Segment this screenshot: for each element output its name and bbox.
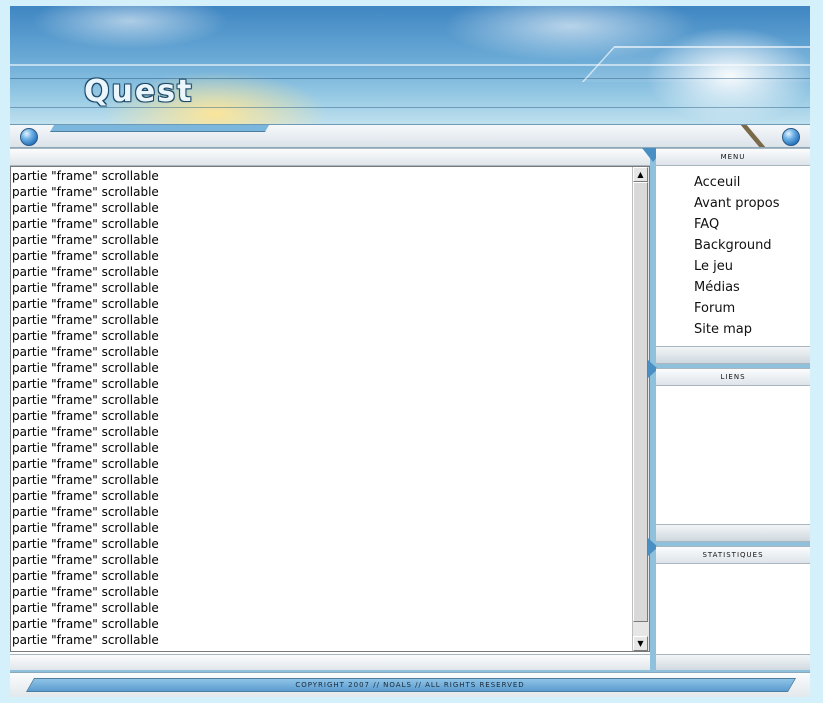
frame-text-line: partie "frame" scrollable — [12, 361, 159, 375]
header-nav-strip — [10, 124, 810, 148]
copyright-text: Copyright 2007 // Noals // All rights re… — [295, 681, 525, 689]
main-content: partie "frame" scrollable partie "frame" … — [10, 148, 650, 672]
menu-panel: Acceuil Avant propos FAQ Background Le jeu Mé… — [656, 166, 810, 346]
stats-heading: Statistiques — [656, 546, 810, 564]
frame-text-line: partie "frame" scrollable — [12, 409, 159, 423]
scroll-down-button[interactable]: ▼ — [633, 636, 648, 651]
header-banner: Quest — [10, 6, 810, 124]
frame-text-line: partie "frame" scrollable — [12, 265, 159, 279]
frame-text-line: partie "frame" scrollable — [12, 601, 159, 615]
nav-slash-decoration — [740, 125, 766, 147]
sidebar: Menu Acceuil Avant propos FAQ Background Le … — [648, 148, 810, 672]
frame-text-line: partie "frame" scrollable — [12, 617, 159, 631]
frame-text-line: partie "frame" scrollable — [12, 521, 159, 535]
frame-text-line: partie "frame" scrollable — [12, 441, 159, 455]
frame-text-line: partie "frame" scrollable — [12, 569, 159, 583]
links-panel-footer — [656, 524, 810, 542]
frame-text-line: partie "frame" scrollable — [12, 185, 159, 199]
frame-text-line: partie "frame" scrollable — [12, 377, 159, 391]
site-logo[interactable]: Quest — [84, 74, 193, 109]
frame-text-line: partie "frame" scrollable — [12, 217, 159, 231]
frame-text-line: partie "frame" scrollable — [12, 553, 159, 567]
frame-text-line: partie "frame" scrollable — [12, 233, 159, 247]
frame-text-line: partie "frame" scrollable — [12, 201, 159, 215]
frame-text-line: partie "frame" scrollable — [12, 505, 159, 519]
menu-item-le-jeu[interactable]: Le jeu — [694, 256, 810, 277]
nav-tab-decoration — [49, 125, 270, 132]
frame-text-line: partie "frame" scrollable — [12, 297, 159, 311]
stats-panel — [656, 564, 810, 654]
frame-text-line: partie "frame" scrollable — [12, 489, 159, 503]
frame-text-line: partie "frame" scrollable — [12, 425, 159, 439]
frame-text-line: partie "frame" scrollable — [12, 345, 159, 359]
links-heading: Liens — [656, 368, 810, 386]
menu-item-faq[interactable]: FAQ — [694, 214, 810, 235]
frame-text-line: partie "frame" scrollable — [12, 457, 159, 471]
banner-angle-decoration — [581, 46, 810, 82]
main-top-bar — [10, 148, 650, 166]
links-panel — [656, 386, 810, 524]
frame-text-line: partie "frame" scrollable — [12, 393, 159, 407]
menu-list: Acceuil Avant propos FAQ Background Le jeu Mé… — [656, 166, 810, 340]
menu-item-acceuil[interactable]: Acceuil — [694, 172, 810, 193]
frame-text-line: partie "frame" scrollable — [12, 537, 159, 551]
menu-item-site-map[interactable]: Site map — [694, 319, 810, 340]
frame-text: partie "frame" scrollable partie "frame" … — [12, 168, 634, 650]
menu-panel-footer — [656, 346, 810, 364]
orb-icon — [20, 128, 38, 146]
frame-text-line: partie "frame" scrollable — [12, 313, 159, 327]
frame-text-line: partie "frame" scrollable — [12, 585, 159, 599]
vertical-scrollbar[interactable]: ▲ ▼ — [632, 167, 649, 651]
menu-item-avant-propos[interactable]: Avant propos — [694, 193, 810, 214]
menu-item-medias[interactable]: Médias — [694, 277, 810, 298]
scrollbar-thumb[interactable] — [633, 182, 648, 622]
orb-icon — [782, 128, 800, 146]
frame-text-line: partie "frame" scrollable — [12, 473, 159, 487]
menu-heading: Menu — [656, 148, 810, 166]
menu-item-background[interactable]: Background — [694, 235, 810, 256]
page-frame: Quest partie "frame" scrollable partie "f… — [10, 6, 810, 697]
frame-text-line: partie "frame" scrollable — [12, 249, 159, 263]
frame-text-line: partie "frame" scrollable — [12, 648, 634, 650]
frame-text-line: partie "frame" scrollable — [12, 169, 159, 183]
scrollable-frame[interactable]: partie "frame" scrollable partie "frame" … — [10, 166, 650, 652]
frame-text-line: partie "frame" scrollable — [12, 633, 159, 647]
frame-text-line: partie "frame" scrollable — [12, 329, 159, 343]
footer: Copyright 2007 // Noals // All rights re… — [10, 672, 810, 697]
scroll-up-button[interactable]: ▲ — [633, 167, 648, 182]
frame-text-line: partie "frame" scrollable — [12, 281, 159, 295]
menu-item-forum[interactable]: Forum — [694, 298, 810, 319]
